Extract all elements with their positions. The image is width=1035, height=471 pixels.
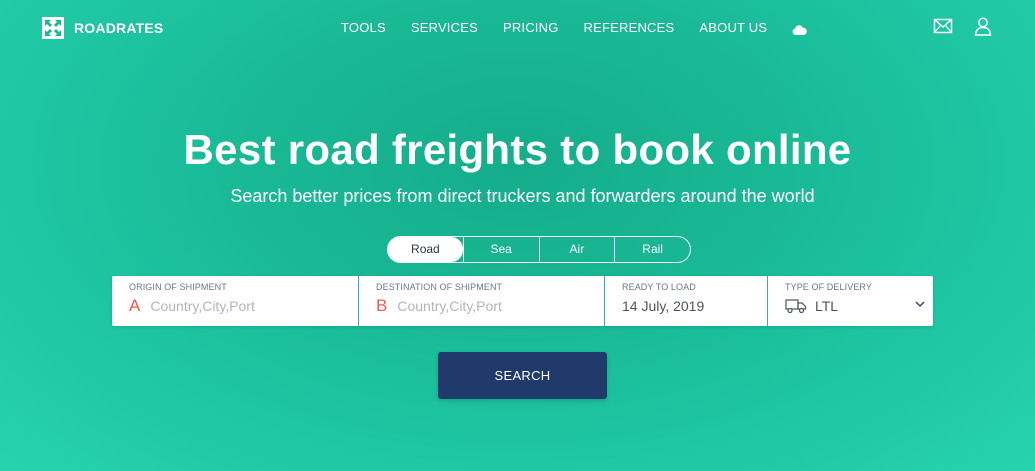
- destination-marker: B: [376, 296, 388, 315]
- search-button[interactable]: SEARCH: [438, 352, 607, 399]
- user-icon[interactable]: [973, 16, 993, 36]
- tab-road[interactable]: Road: [388, 237, 463, 262]
- mail-icon[interactable]: [933, 16, 953, 36]
- delivery-type-value: LTL: [815, 298, 839, 314]
- chevron-down-icon[interactable]: [915, 295, 925, 308]
- hero-subtitle: Search better prices from direct trucker…: [230, 186, 815, 206]
- cloud-icon[interactable]: [792, 23, 808, 35]
- destination-field[interactable]: DESTINATION OF SHIPMENT B: [358, 276, 604, 326]
- main-nav: TOOLS SERVICES PRICING REFERENCES ABOUT …: [341, 19, 808, 37]
- origin-input[interactable]: [150, 298, 331, 314]
- ready-to-load-value[interactable]: 14 July, 2019: [622, 296, 704, 316]
- tab-rail[interactable]: Rail: [614, 237, 690, 262]
- header-actions: [913, 16, 993, 36]
- transport-mode-tabs: Road Sea Air Rail: [387, 236, 691, 263]
- tab-air[interactable]: Air: [538, 237, 615, 262]
- nav-item-pricing[interactable]: PRICING: [503, 19, 559, 37]
- origin-marker: A: [129, 296, 141, 315]
- destination-label: DESTINATION OF SHIPMENT: [376, 282, 503, 292]
- expand-arrows-icon: [42, 17, 64, 39]
- delivery-type-label: TYPE OF DELIVERY: [785, 282, 872, 292]
- brand-name: ROADRATES: [74, 20, 164, 36]
- nav-item-tools[interactable]: TOOLS: [341, 19, 386, 37]
- delivery-type-select[interactable]: TYPE OF DELIVERY LTL: [767, 276, 933, 326]
- tab-sea[interactable]: Sea: [462, 237, 539, 262]
- ready-to-load-label: READY TO LOAD: [622, 282, 696, 292]
- truck-icon: [785, 298, 807, 314]
- nav-item-references[interactable]: REFERENCES: [584, 19, 675, 37]
- ready-to-load-field[interactable]: READY TO LOAD 14 July, 2019: [604, 276, 767, 326]
- origin-label: ORIGIN OF SHIPMENT: [129, 282, 227, 292]
- nav-item-about-us[interactable]: ABOUT US: [699, 19, 767, 37]
- site-header: ROADRATES TOOLS SERVICES PRICING REFEREN…: [0, 0, 1035, 56]
- nav-item-services[interactable]: SERVICES: [411, 19, 478, 37]
- destination-input[interactable]: [397, 298, 578, 314]
- hero-title: Best road freights to book online: [183, 126, 852, 173]
- origin-field[interactable]: ORIGIN OF SHIPMENT A: [112, 276, 358, 326]
- brand-logo[interactable]: ROADRATES: [42, 17, 163, 39]
- freight-search-form: ORIGIN OF SHIPMENT A DESTINATION OF SHIP…: [112, 276, 933, 326]
